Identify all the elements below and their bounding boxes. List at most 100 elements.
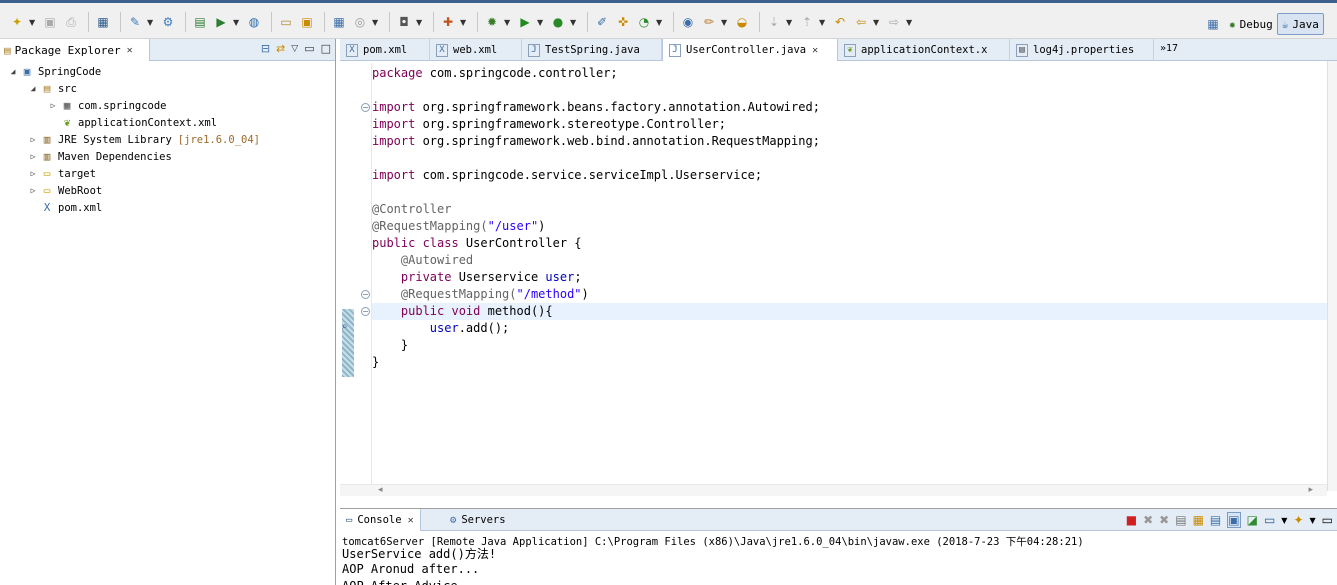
console-tab[interactable]: ▭ Console ✕ xyxy=(340,509,421,531)
deploy-dropdown-icon[interactable]: ▼ xyxy=(147,18,155,27)
browser-icon[interactable]: ◍ xyxy=(245,13,263,31)
run-dropdown-icon[interactable]: ▼ xyxy=(537,18,545,27)
perspective-java[interactable]: ☕ Java xyxy=(1276,13,1324,35)
deploy-icon[interactable]: ✎ xyxy=(126,13,144,31)
external-tools-dropdown-icon[interactable]: ▼ xyxy=(570,18,578,27)
expanded-arrow-icon[interactable]: ◢ xyxy=(28,84,38,93)
collapsed-arrow-icon[interactable]: ▷ xyxy=(28,135,38,144)
previous-annotation-icon[interactable]: ⇡ xyxy=(798,13,816,31)
open-task-icon[interactable]: ✏ xyxy=(700,13,718,31)
maximize-icon[interactable]: □ xyxy=(321,42,331,55)
link-with-editor-icon[interactable]: ⇄ xyxy=(276,42,285,55)
new-console-icon[interactable]: ✦ xyxy=(1293,513,1303,527)
search-icon[interactable]: ◒ xyxy=(733,13,751,31)
editor-vertical-scrollbar[interactable] xyxy=(1327,61,1337,491)
minimize-icon[interactable]: ▭ xyxy=(304,42,314,55)
fold-collapse-icon[interactable]: − xyxy=(361,307,370,316)
close-icon[interactable]: ✕ xyxy=(812,45,818,56)
run-icon[interactable]: ▶ xyxy=(516,13,534,31)
editor-tab[interactable]: Xpom.xml xyxy=(340,39,430,61)
open-folder-icon[interactable]: ▭ xyxy=(277,13,295,31)
open-task-dropdown-icon[interactable]: ▼ xyxy=(721,18,729,27)
back-dropdown-icon[interactable]: ▼ xyxy=(873,18,881,27)
terminate-icon[interactable]: ■ xyxy=(1126,513,1137,527)
code-area[interactable]: package com.springcode.controller; import… xyxy=(372,63,1327,493)
screenshot-icon[interactable]: ◘ xyxy=(395,13,413,31)
display-console-dropdown-icon[interactable]: ▼ xyxy=(1281,516,1287,525)
editor-tab[interactable]: ❦ applicationContext.x xyxy=(838,39,1010,61)
scroll-right-icon[interactable]: ▸ xyxy=(1308,485,1313,495)
tools-dropdown-icon[interactable]: ▼ xyxy=(460,18,468,27)
debug-dropdown-icon[interactable]: ▼ xyxy=(504,18,512,27)
editor-tab[interactable]: J UserController.java ✕ xyxy=(662,39,838,61)
collapsed-arrow-icon[interactable]: ▷ xyxy=(48,101,58,110)
pin-console-icon[interactable]: ▣ xyxy=(1227,512,1241,528)
editor-tab-overflow[interactable]: »17 xyxy=(1160,43,1178,54)
print-icon[interactable]: ⎙ xyxy=(62,13,80,31)
fold-collapse-icon[interactable]: − xyxy=(361,103,370,112)
console-minimize-icon[interactable]: ▭ xyxy=(1322,513,1333,527)
build-icon[interactable]: ▦ xyxy=(94,13,112,31)
word-wrap-icon[interactable]: ▤ xyxy=(1210,513,1221,527)
new-dropdown-icon[interactable]: ▼ xyxy=(29,18,37,27)
new-java-class-icon[interactable]: ◔ xyxy=(635,13,653,31)
web-service-icon[interactable]: ◎ xyxy=(351,13,369,31)
tree-item[interactable]: ▷ ▦ com.springcode xyxy=(0,97,335,114)
perspective-debug[interactable]: ✹ Debug xyxy=(1225,13,1277,35)
remove-launch-icon[interactable]: ✖ xyxy=(1143,513,1153,527)
previous-annotation-dropdown-icon[interactable]: ▼ xyxy=(819,18,827,27)
forward-dropdown-icon[interactable]: ▼ xyxy=(906,18,914,27)
new-package-icon[interactable]: ▣ xyxy=(298,13,316,31)
run-server-dropdown-icon[interactable]: ▼ xyxy=(233,18,241,27)
fold-collapse-icon[interactable]: − xyxy=(361,290,370,299)
back-icon[interactable]: ⇦ xyxy=(852,13,870,31)
editor-tab[interactable]: J TestSpring.java xyxy=(522,39,662,61)
server-manage-icon[interactable]: ⚙ xyxy=(159,13,177,31)
tree-item[interactable]: Xpom.xml xyxy=(0,199,335,216)
close-icon[interactable]: ✕ xyxy=(408,515,414,526)
tree-item[interactable]: ▷ ▭ WebRoot xyxy=(0,182,335,199)
remove-all-launches-icon[interactable]: ✖ xyxy=(1159,513,1169,527)
open-console-icon[interactable]: ◪ xyxy=(1247,513,1258,527)
collapsed-arrow-icon[interactable]: ▷ xyxy=(28,186,38,195)
view-menu-icon[interactable]: ▽ xyxy=(291,44,298,54)
web-service-dropdown-icon[interactable]: ▼ xyxy=(372,18,380,27)
run-server-icon[interactable]: ▶ xyxy=(212,13,230,31)
tree-item[interactable]: ▷ ▥ JRE System Library [jre1.6.0_04] xyxy=(0,131,335,148)
new-java-package-icon[interactable]: ✜ xyxy=(614,13,632,31)
collapsed-arrow-icon[interactable]: ▷ xyxy=(28,152,38,161)
tree-item[interactable]: ▷ ▭ target xyxy=(0,165,335,182)
new-java-class-dropdown-icon[interactable]: ▼ xyxy=(656,18,664,27)
editor-tab[interactable]: Xweb.xml xyxy=(430,39,522,61)
expanded-arrow-icon[interactable]: ◢ xyxy=(8,67,18,76)
debug-icon[interactable]: ✹ xyxy=(483,13,501,31)
console-tab[interactable]: ⚙ Servers xyxy=(444,509,512,531)
last-edit-location-icon[interactable]: ↶ xyxy=(831,13,849,31)
editor-horizontal-scrollbar[interactable]: ◂ ▸ xyxy=(340,484,1327,496)
new-icon[interactable]: ✦ xyxy=(8,13,26,31)
screenshot-dropdown-icon[interactable]: ▼ xyxy=(416,18,424,27)
new-class-icon[interactable]: ▦ xyxy=(330,13,348,31)
tree-item[interactable]: ▷ ▥ Maven Dependencies xyxy=(0,148,335,165)
forward-icon[interactable]: ⇨ xyxy=(885,13,903,31)
new-console-dropdown-icon[interactable]: ▼ xyxy=(1310,516,1316,525)
editor-tab[interactable]: ▤ log4j.properties xyxy=(1010,39,1154,61)
tools-icon[interactable]: ✚ xyxy=(439,13,457,31)
new-java-project-icon[interactable]: ✐ xyxy=(593,13,611,31)
close-icon[interactable]: ✕ xyxy=(127,45,133,56)
next-annotation-dropdown-icon[interactable]: ▼ xyxy=(786,18,794,27)
display-console-icon[interactable]: ▭ xyxy=(1264,513,1275,527)
save-icon[interactable]: ▣ xyxy=(41,13,59,31)
tree-item[interactable]: ❦ applicationContext.xml xyxy=(0,114,335,131)
collapse-all-icon[interactable]: ⊟ xyxy=(261,42,270,55)
package-explorer-tab[interactable]: ▤ Package Explorer ✕ xyxy=(0,39,150,61)
scroll-left-icon[interactable]: ◂ xyxy=(378,485,383,495)
scroll-lock-icon[interactable]: ▦ xyxy=(1193,513,1204,527)
collapsed-arrow-icon[interactable]: ▷ xyxy=(28,169,38,178)
clear-console-icon[interactable]: ▤ xyxy=(1175,513,1186,527)
tree-item[interactable]: ◢ ▤ src xyxy=(0,80,335,97)
tree-item[interactable]: ◢ ▣ SpringCode xyxy=(0,63,335,80)
open-perspective-icon[interactable]: ▦ xyxy=(1204,15,1222,33)
next-annotation-icon[interactable]: ⇣ xyxy=(765,13,783,31)
server-icon[interactable]: ▤ xyxy=(191,13,209,31)
